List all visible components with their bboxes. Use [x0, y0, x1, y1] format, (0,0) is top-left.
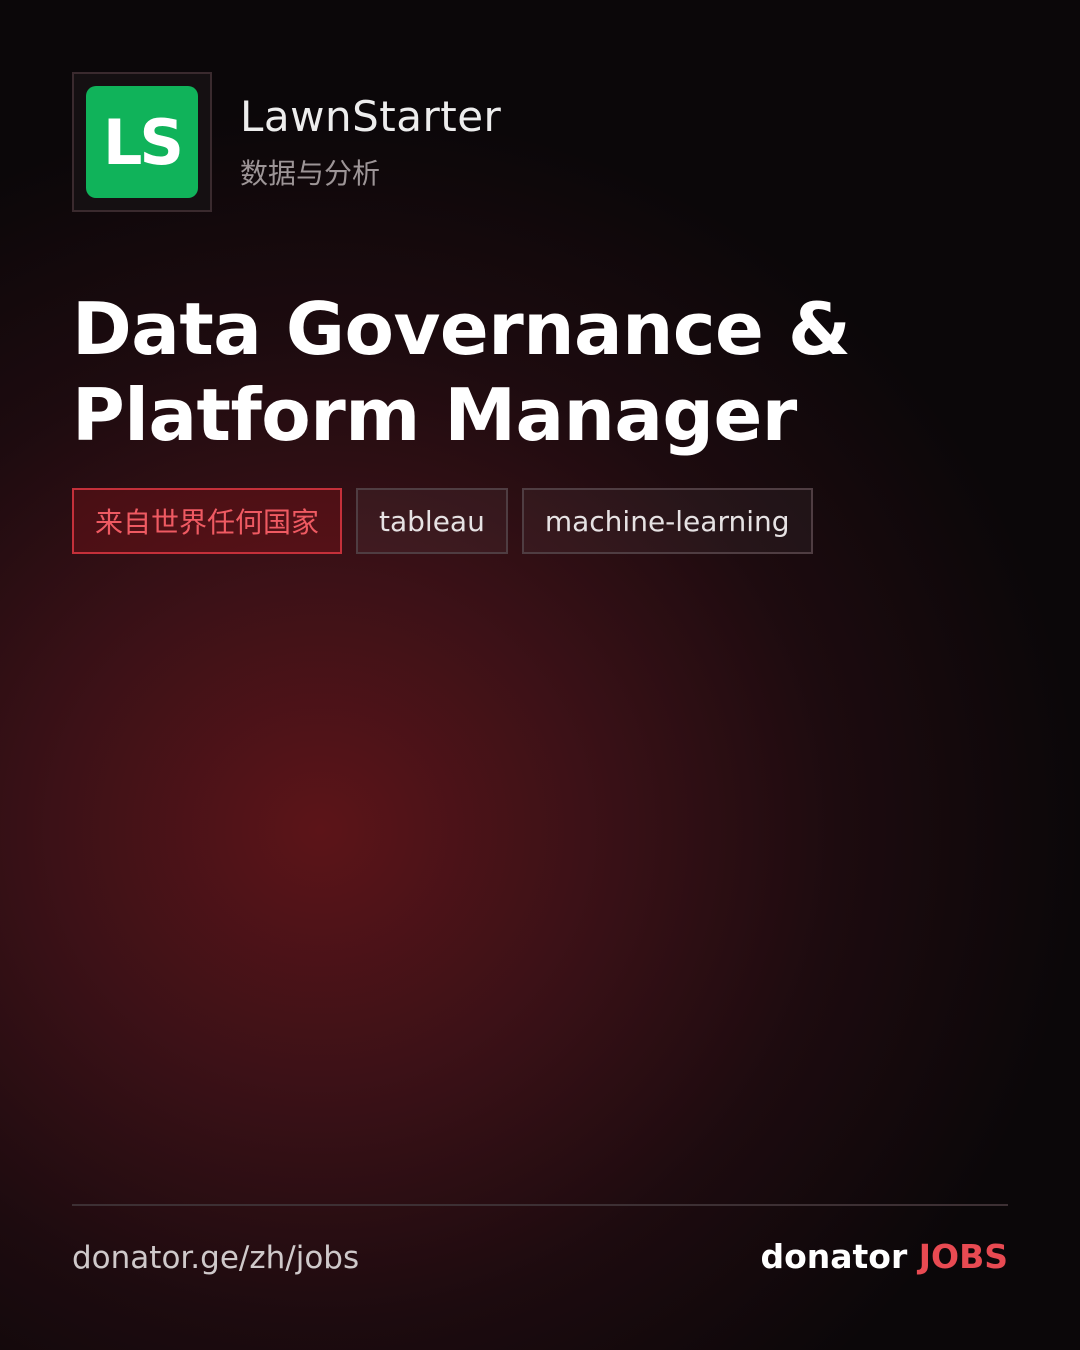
- job-category: 数据与分析: [240, 157, 381, 190]
- footer-url: donator.ge/zh/jobs: [72, 1240, 360, 1276]
- tag-machine-learning: machine-learning: [521, 488, 813, 554]
- company-logo: LS: [86, 86, 198, 198]
- footer-divider: [72, 1204, 1008, 1206]
- tag-tableau: tableau: [356, 488, 508, 554]
- brand-logo: donator JOBS: [760, 1236, 1008, 1278]
- company-name: LawnStarter: [240, 92, 502, 141]
- job-title: Data Governance & Platform Manager: [72, 287, 851, 457]
- company-logo-frame: LS: [72, 72, 212, 212]
- tag-location: 来自世界任何国家: [72, 488, 343, 554]
- company-info: LawnStarter 数据与分析: [240, 96, 501, 188]
- brand-name: donator: [760, 1237, 908, 1276]
- company-header: LS LawnStarter 数据与分析: [72, 72, 501, 212]
- brand-jobs: JOBS: [918, 1237, 1008, 1276]
- tag-list: 来自世界任何国家 tableau machine-learning: [72, 488, 813, 554]
